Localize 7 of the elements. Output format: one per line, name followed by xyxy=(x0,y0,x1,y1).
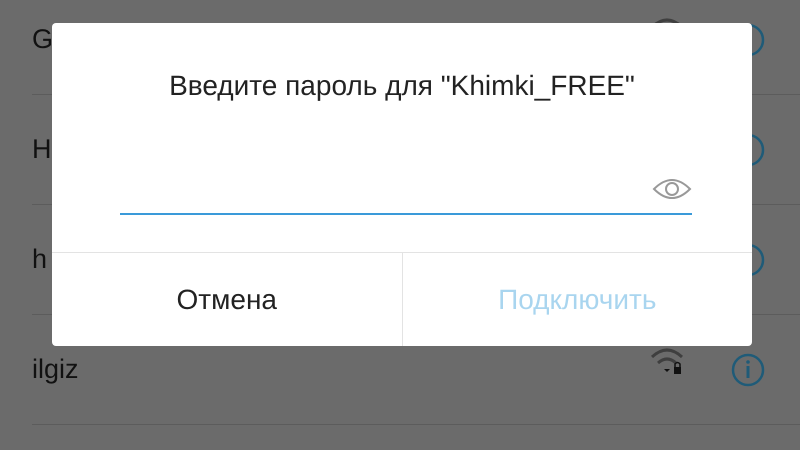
cancel-button[interactable]: Отмена xyxy=(52,253,402,346)
network-name: h xyxy=(32,243,48,276)
network-name: H xyxy=(32,133,52,166)
dialog-title: Введите пароль для "Khimki_FREE" xyxy=(169,69,635,103)
network-name: G xyxy=(32,23,54,56)
info-icon[interactable] xyxy=(731,353,765,387)
network-name: ilgiz xyxy=(32,353,79,386)
